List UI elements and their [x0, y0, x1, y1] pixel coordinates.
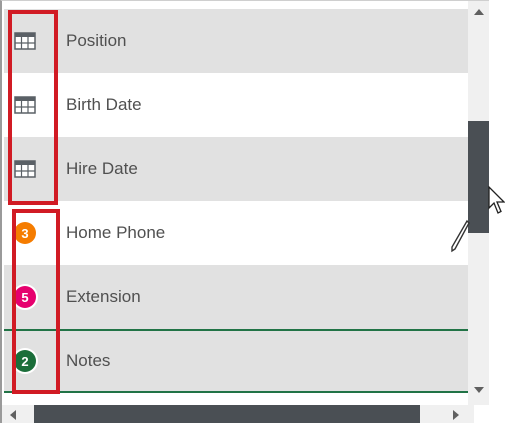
list-item-label: Notes — [66, 351, 111, 370]
list-item-label: Birth Date — [66, 95, 142, 114]
badge-count: 2 — [14, 350, 36, 372]
list-item-label: Home Phone — [66, 223, 166, 242]
resize-handle-icon[interactable] — [449, 219, 471, 253]
vertical-scrollbar[interactable] — [468, 1, 489, 405]
table-icon — [14, 158, 36, 180]
table-icon — [14, 94, 36, 116]
scroll-left-icon[interactable] — [10, 410, 16, 420]
vertical-scroll-thumb[interactable] — [468, 121, 489, 233]
badge-count: 5 — [14, 286, 36, 308]
scrollbar-corner — [474, 405, 489, 423]
list-item-notes[interactable]: 2 Notes — [4, 329, 468, 393]
mouse-pointer-icon — [488, 186, 505, 214]
horizontal-scroll-thumb[interactable] — [34, 405, 420, 423]
list-item-label: Hire Date — [66, 159, 138, 178]
list-item-label: Extension — [66, 287, 141, 306]
field-list-panel: Position Birth Date Hire Date 3 Home Pho… — [0, 0, 489, 423]
list-item-label: Position — [66, 31, 127, 50]
badge-5-icon: 5 — [14, 286, 36, 308]
list-item-home-phone[interactable]: 3 Home Phone — [4, 201, 468, 265]
list-item-hire-date[interactable]: Hire Date — [4, 137, 468, 201]
badge-3-icon: 3 — [14, 222, 36, 244]
field-list: Position Birth Date Hire Date 3 Home Pho… — [4, 9, 468, 393]
scroll-down-icon[interactable] — [474, 387, 484, 393]
badge-2-icon: 2 — [14, 350, 36, 372]
scroll-up-icon[interactable] — [474, 9, 484, 15]
table-icon — [14, 30, 36, 52]
list-item-extension[interactable]: 5 Extension — [4, 265, 468, 329]
scroll-right-icon[interactable] — [453, 410, 459, 420]
horizontal-scrollbar[interactable] — [2, 405, 474, 423]
badge-count: 3 — [14, 222, 36, 244]
list-item-position[interactable]: Position — [4, 9, 468, 73]
list-item-birth-date[interactable]: Birth Date — [4, 73, 468, 137]
